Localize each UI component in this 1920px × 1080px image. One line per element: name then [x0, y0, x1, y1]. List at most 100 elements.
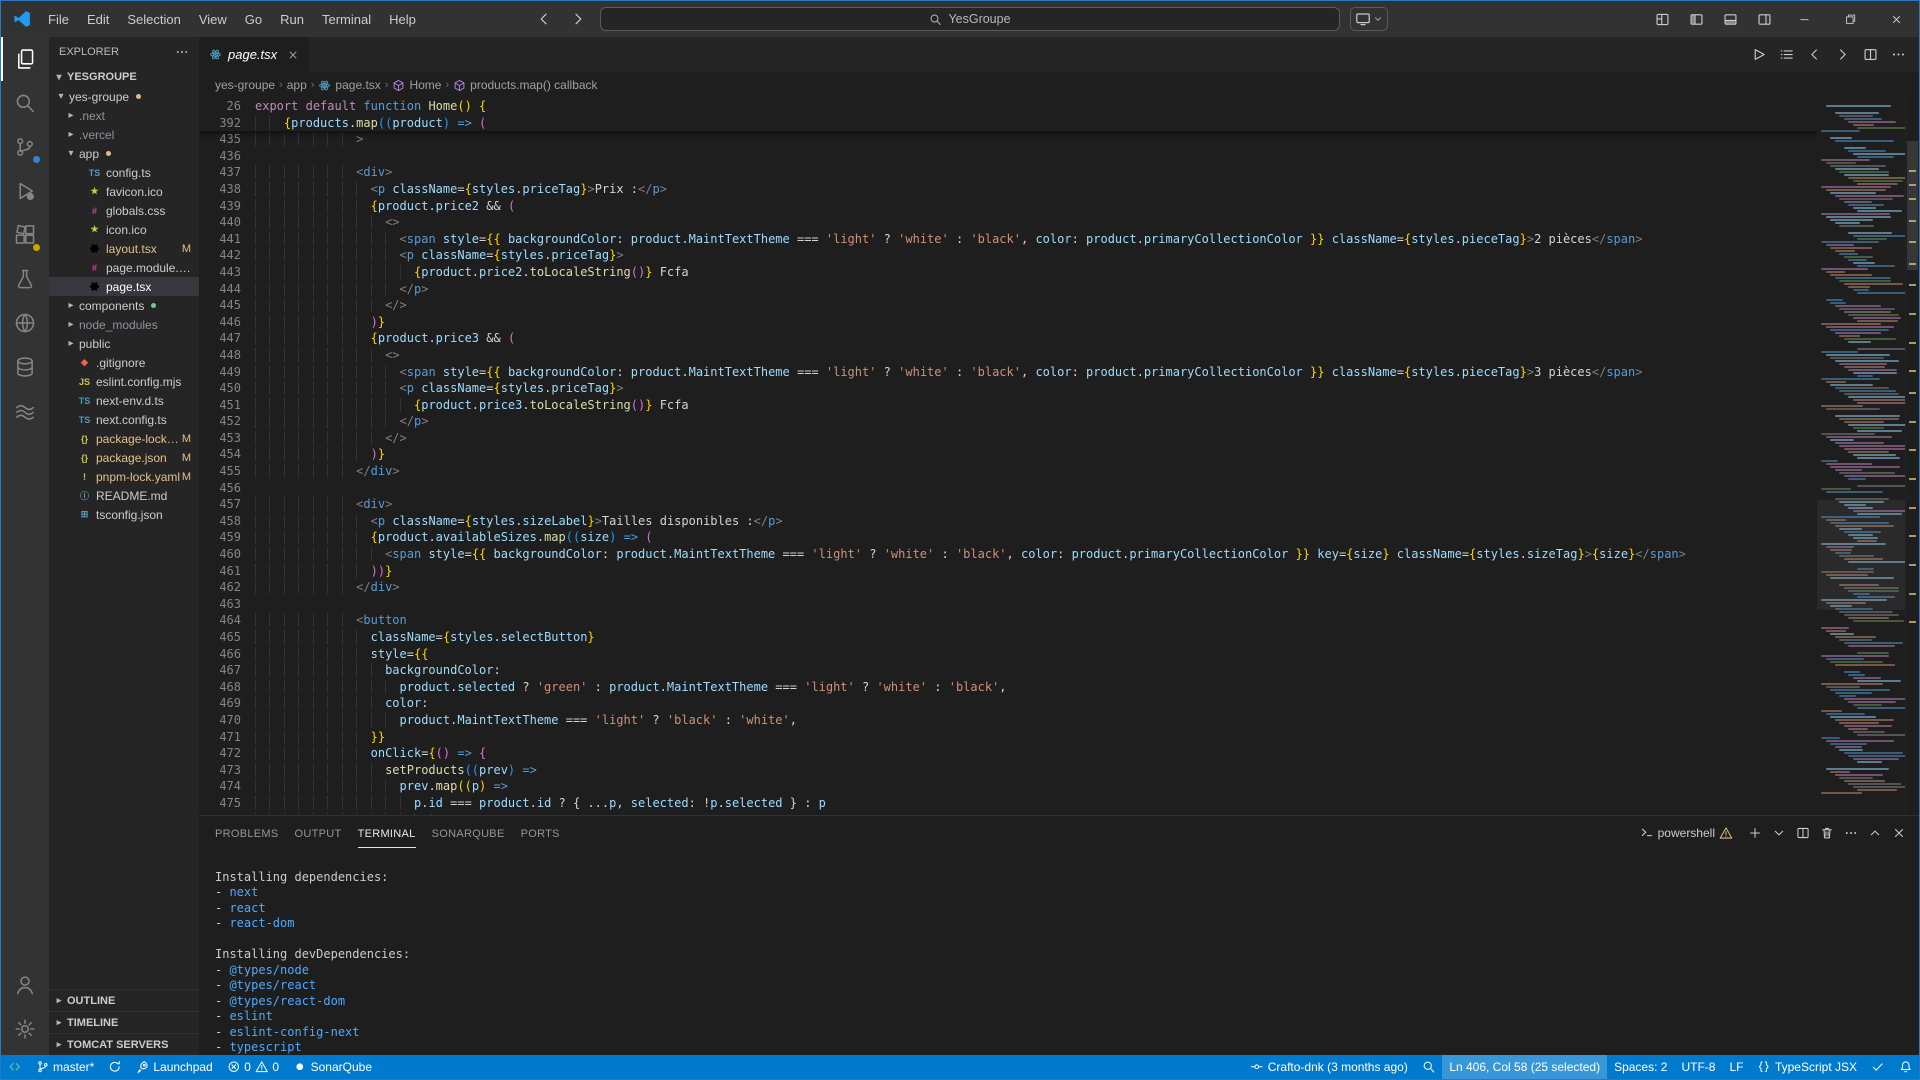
- code-line-469[interactable]: 469 color:: [199, 695, 1817, 712]
- code-line-443[interactable]: 443 {product.price2.toLocaleString()} Fc…: [199, 264, 1817, 281]
- tree-item-layout.tsx[interactable]: layout.tsxM: [49, 239, 199, 258]
- code-line-452[interactable]: 452 </p>: [199, 413, 1817, 430]
- status-indentation[interactable]: Spaces: 2: [1607, 1055, 1674, 1079]
- code-line-476[interactable]: 476 ): [199, 812, 1817, 815]
- code-line-438[interactable]: 438 <p className={styles.priceTag}>Prix …: [199, 181, 1817, 198]
- activity-settings[interactable]: [1, 1007, 49, 1051]
- editor-scrollbar[interactable]: [1905, 98, 1919, 815]
- activity-accounts[interactable]: [1, 963, 49, 1007]
- nav-forward-icon[interactable]: [566, 7, 590, 31]
- tree-item-icon.ico[interactable]: ★icon.ico: [49, 220, 199, 239]
- layout-sb-right-icon[interactable]: [1747, 1, 1781, 37]
- status-git-branch[interactable]: master*: [29, 1055, 102, 1079]
- code-line-449[interactable]: 449 <span style={{ backgroundColor: prod…: [199, 364, 1817, 381]
- tree-item-components[interactable]: ▸components: [49, 296, 199, 315]
- tree-item-nodemodules[interactable]: ▸node_modules: [49, 315, 199, 334]
- window-close-button[interactable]: [1873, 1, 1919, 37]
- code-line-475[interactable]: 475 p.id === product.id ? { ...p, select…: [199, 795, 1817, 812]
- sidebar-section-timeline[interactable]: ▸TIMELINE: [49, 1011, 199, 1033]
- menu-help[interactable]: Help: [380, 6, 425, 32]
- code-line-446[interactable]: 446 )}: [199, 314, 1817, 331]
- layout-panel-ic-icon[interactable]: [1713, 1, 1747, 37]
- code-line-460[interactable]: 460 <span style={{ backgroundColor: prod…: [199, 546, 1817, 563]
- panel-splitv-icon[interactable]: [1791, 821, 1815, 845]
- minimap[interactable]: [1817, 98, 1905, 815]
- status-eol[interactable]: LF: [1722, 1055, 1750, 1079]
- code-line-467[interactable]: 467 backgroundColor:: [199, 662, 1817, 679]
- code-line-450[interactable]: 450 <p className={styles.priceTag}>: [199, 380, 1817, 397]
- code-line-455[interactable]: 455 </div>: [199, 463, 1817, 480]
- panel-chevdown-icon[interactable]: [1767, 821, 1791, 845]
- code-line-448[interactable]: 448 <>: [199, 347, 1817, 364]
- terminal-link[interactable]: eslint-config-next: [229, 1025, 359, 1039]
- more-actions-icon[interactable]: [175, 45, 189, 59]
- panel-tab-ports[interactable]: PORTS: [521, 819, 560, 847]
- terminal-shell-item[interactable]: powershell: [1640, 826, 1733, 840]
- terminal-link[interactable]: next: [229, 885, 258, 899]
- tree-item-.next[interactable]: ▸.next: [49, 106, 199, 125]
- status-sonarqube[interactable]: SonarQube: [286, 1055, 379, 1079]
- menu-view[interactable]: View: [190, 6, 236, 32]
- nav-back-icon[interactable]: [532, 7, 556, 31]
- activity-search[interactable]: [1, 81, 49, 125]
- status-launchpad[interactable]: Launchpad: [129, 1055, 220, 1079]
- editor-action-ellipsis-icon[interactable]: [1885, 42, 1911, 68]
- code-line-474[interactable]: 474 prev.map((p) =>: [199, 778, 1817, 795]
- tree-item-.gitignore[interactable]: ◆.gitignore: [49, 353, 199, 372]
- code-line-465[interactable]: 465 className={styles.selectButton}: [199, 629, 1817, 646]
- breadcrumb-item[interactable]: yes-groupe: [215, 78, 275, 92]
- terminal-link[interactable]: @types/node: [229, 963, 308, 977]
- terminal-output[interactable]: Installing dependencies:- next- react- r…: [199, 850, 1919, 1055]
- status-remote[interactable]: [1, 1055, 29, 1079]
- editor-action-forward-icon[interactable]: [1829, 42, 1855, 68]
- sidebar-section-outline[interactable]: ▸OUTLINE: [49, 989, 199, 1011]
- code-line-470[interactable]: 470 product.MaintTextTheme === 'light' ?…: [199, 712, 1817, 729]
- command-center-search[interactable]: YesGroupe: [600, 7, 1340, 31]
- editor-action-play-icon[interactable]: [1745, 42, 1771, 68]
- code-line-453[interactable]: 453 </>: [199, 430, 1817, 447]
- tree-item-next.config.ts[interactable]: TSnext.config.ts: [49, 410, 199, 429]
- activity-database[interactable]: [1, 345, 49, 389]
- menu-terminal[interactable]: Terminal: [313, 6, 380, 32]
- code-line-456[interactable]: 456: [199, 480, 1817, 497]
- tree-item-page.module.css[interactable]: #page.module.css: [49, 258, 199, 277]
- code-line-442[interactable]: 442 <p className={styles.priceTag}>: [199, 247, 1817, 264]
- activity-sonarqube[interactable]: [1, 257, 49, 301]
- tree-item-pnpm-lock.yaml[interactable]: !pnpm-lock.yamlM: [49, 467, 199, 486]
- panel-tab-problems[interactable]: PROBLEMS: [215, 819, 279, 847]
- panel-tab-terminal[interactable]: TERMINAL: [358, 819, 416, 848]
- status-problems[interactable]: 00: [220, 1055, 286, 1079]
- layout-sb-left-icon[interactable]: [1679, 1, 1713, 37]
- tree-item-package.json[interactable]: {}package.jsonM: [49, 448, 199, 467]
- code-line-447[interactable]: 447 {product.price3 && (: [199, 330, 1817, 347]
- tree-item-globals.css[interactable]: #globals.css: [49, 201, 199, 220]
- close-icon[interactable]: [287, 49, 299, 61]
- status-format-status[interactable]: [1864, 1055, 1892, 1079]
- tree-item-public[interactable]: ▸public: [49, 334, 199, 353]
- code-line-462[interactable]: 462 </div>: [199, 579, 1817, 596]
- editor-action-back-icon[interactable]: [1801, 42, 1827, 68]
- status-encoding[interactable]: UTF-8: [1674, 1055, 1722, 1079]
- tab-page-tsx[interactable]: page.tsx: [199, 37, 310, 72]
- status-notifications[interactable]: [1892, 1055, 1920, 1079]
- code-line-26[interactable]: 26export default function Home() {: [199, 98, 1817, 115]
- breadcrumb-item[interactable]: products.map() callback: [453, 78, 597, 92]
- activity-run-and-debug[interactable]: [1, 169, 49, 213]
- panel-plus-icon[interactable]: [1743, 821, 1767, 845]
- status-git-sync[interactable]: [101, 1055, 129, 1079]
- code-line-451[interactable]: 451 {product.price3.toLocaleString()} Fc…: [199, 397, 1817, 414]
- code-line-458[interactable]: 458 <p className={styles.sizeLabel}>Tail…: [199, 513, 1817, 530]
- terminal-link[interactable]: react-dom: [229, 916, 294, 930]
- activity-remote-explorer[interactable]: [1, 301, 49, 345]
- breadcrumb-item[interactable]: app: [287, 78, 307, 92]
- activity-extensions[interactable]: [1, 213, 49, 257]
- panel-close-icon[interactable]: [1887, 821, 1911, 845]
- status-search-toggle[interactable]: [1415, 1055, 1443, 1079]
- tree-item-next-env.d.ts[interactable]: TSnext-env.d.ts: [49, 391, 199, 410]
- tree-item-eslint.config.mjs[interactable]: JSeslint.config.mjs: [49, 372, 199, 391]
- window-minimize-button[interactable]: [1781, 1, 1827, 37]
- tree-item-package-lock.js...[interactable]: {}package-lock.js...M: [49, 429, 199, 448]
- status-language-mode[interactable]: TypeScript JSX: [1750, 1055, 1864, 1079]
- tree-item-config.ts[interactable]: TSconfig.ts: [49, 163, 199, 182]
- menu-file[interactable]: File: [39, 6, 78, 32]
